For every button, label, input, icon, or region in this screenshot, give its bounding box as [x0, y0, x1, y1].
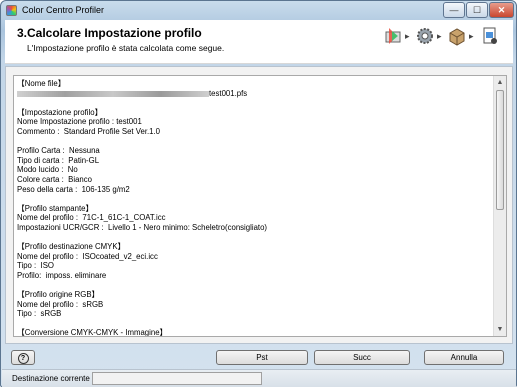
status-progress-bar	[92, 372, 262, 385]
box-step-icon	[449, 28, 465, 46]
summary-line: test001.pfs	[17, 89, 489, 99]
step-subtitle: L'Impostazione profilo è stata calcolata…	[27, 43, 225, 53]
print-step-icon	[385, 28, 401, 44]
summary-line: Tipo : ISO	[17, 261, 54, 271]
help-button[interactable]: ?	[11, 350, 35, 365]
app-icon	[6, 5, 17, 16]
scroll-thumb[interactable]	[496, 90, 504, 210]
cancel-button[interactable]: Annulla	[424, 350, 504, 365]
status-bar: Destinazione corrente	[2, 369, 516, 387]
summary-line: Tipo : sRGB	[17, 309, 62, 319]
summary-line	[17, 233, 489, 243]
redacted-path	[17, 90, 209, 97]
summary-line: Nome Impostazione profilo : test001	[17, 117, 142, 127]
summary-line: 【Profilo stampante】	[17, 203, 94, 213]
title-bar: Color Centro Profiler — ☐ ✕	[1, 1, 516, 20]
scroll-down-arrow-icon[interactable]: ▼	[494, 323, 506, 336]
profile-summary-text[interactable]: 【Nome file】 test001.pfs 【Impostazione prof…	[13, 75, 507, 337]
summary-line: 【Conversione CMYK-CMYK - Immagine】	[17, 328, 168, 337]
status-text: Destinazione corrente	[12, 374, 90, 383]
step-title: 3.Calcolare Impostazione profilo	[17, 26, 202, 40]
scroll-up-arrow-icon[interactable]: ▲	[494, 76, 506, 89]
wizard-progress: ▸ ▸ ▸	[383, 24, 509, 50]
gear-step-icon	[417, 28, 433, 44]
close-button[interactable]: ✕	[489, 2, 514, 18]
file-name-text: test001.pfs	[209, 88, 248, 98]
minimize-button[interactable]: —	[443, 2, 465, 18]
summary-line: 【Profilo origine RGB】	[17, 290, 100, 300]
summary-line: Modo lucido : No	[17, 165, 78, 175]
summary-line	[17, 319, 489, 329]
document-step-icon	[483, 27, 497, 44]
summary-line: Nome del profilo : ISOcoated_v2_eci.icc	[17, 251, 158, 261]
previous-button[interactable]: Pst	[216, 350, 308, 365]
window-title: Color Centro Profiler	[22, 5, 105, 15]
summary-line: Commento : Standard Profile Set Ver.1.0	[17, 126, 161, 136]
summary-line	[17, 137, 489, 147]
summary-line: Profilo Carta : Nessuna	[17, 146, 100, 156]
summary-line	[17, 194, 489, 204]
summary-line: Nome del profilo : 71C-1_61C-1_COAT.icc	[17, 213, 166, 223]
vertical-scrollbar[interactable]: ▲ ▼	[493, 76, 506, 336]
app-window: Color Centro Profiler — ☐ ✕ 3.Calcolare …	[0, 0, 517, 387]
step-arrow-icon: ▸	[469, 31, 474, 41]
summary-line: Peso della carta : 106-135 g/m2	[17, 184, 130, 194]
wizard-header: 3.Calcolare Impostazione profilo L'Impos…	[5, 20, 513, 64]
summary-line: Tipo di carta : Patin-GL	[17, 155, 100, 165]
summary-line: 【Nome file】	[17, 79, 66, 88]
summary-line	[17, 280, 489, 290]
summary-line: 【Profilo destinazione CMYK】	[17, 242, 126, 252]
summary-line: Colore carta : Bianco	[17, 174, 92, 184]
summary-line	[17, 98, 489, 108]
summary-lines: 【Nome file】 test001.pfs 【Impostazione prof…	[17, 79, 489, 337]
summary-line: 【Impostazione profilo】	[17, 107, 103, 117]
content-panel: 【Nome file】 test001.pfs 【Impostazione prof…	[5, 66, 513, 344]
summary-line: Impostazioni UCR/GCR : Livello 1 - Nero …	[17, 222, 268, 232]
summary-line: Nome del profilo : sRGB	[17, 299, 104, 309]
maximize-button[interactable]: ☐	[466, 2, 488, 18]
next-button[interactable]: Succ	[314, 350, 410, 365]
step-arrow-icon: ▸	[405, 31, 410, 41]
help-icon: ?	[17, 353, 29, 364]
summary-line: Profilo: imposs. eliminare	[17, 270, 107, 280]
step-arrow-icon: ▸	[437, 31, 442, 41]
